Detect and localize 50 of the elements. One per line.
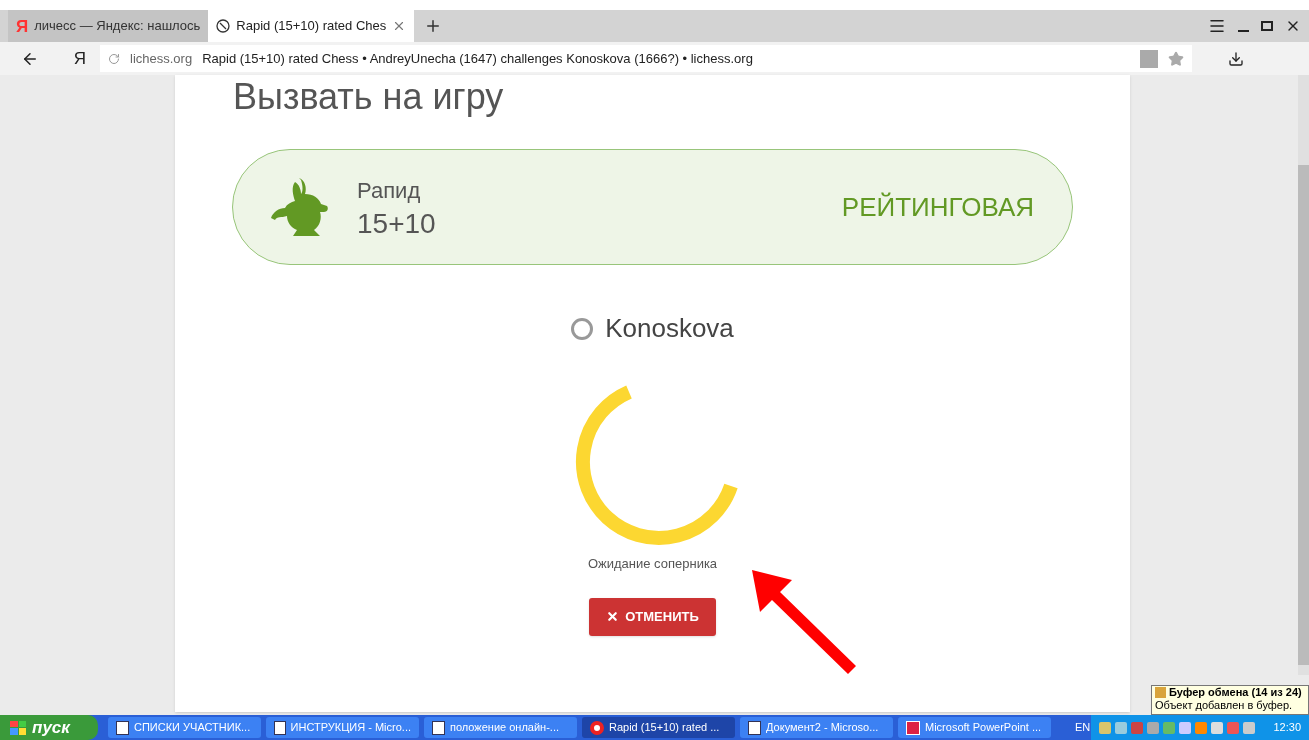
windows-logo-icon — [10, 720, 26, 735]
game-type: Рапид — [357, 176, 422, 205]
taskbar-button[interactable]: Документ2 - Microso... — [740, 717, 893, 738]
document-icon — [274, 720, 286, 735]
star-icon[interactable] — [1168, 50, 1184, 67]
tray-icon[interactable] — [1211, 721, 1223, 734]
language-indicator[interactable]: EN — [1075, 719, 1091, 736]
document-icon — [432, 720, 445, 735]
home-button[interactable]: Я — [60, 45, 100, 72]
time-control: 15+10 — [357, 206, 436, 241]
document-icon — [748, 720, 761, 735]
tray-icon[interactable] — [1115, 721, 1127, 734]
tray-icon[interactable] — [1179, 721, 1191, 734]
tray-icon[interactable] — [1147, 721, 1159, 734]
taskbar-button[interactable]: Rapid (15+10) rated ... — [582, 717, 735, 738]
document-icon — [116, 720, 129, 735]
tray-icon[interactable] — [1131, 721, 1143, 734]
restore-icon[interactable] — [1261, 21, 1273, 31]
scrollbar[interactable] — [1298, 75, 1309, 675]
clock: 12:30 — [1273, 720, 1301, 736]
taskbar-button[interactable]: положение онлайн-... — [424, 717, 577, 738]
tab-logo: Я — [16, 17, 29, 35]
browser-tab[interactable]: Я личесс — Яндекс: нашлось — [8, 10, 209, 42]
status-text: Ожидание соперника — [587, 555, 718, 573]
tray-icon[interactable] — [1163, 721, 1175, 734]
opponent-name[interactable]: Konoskova — [605, 309, 734, 348]
clipboard-icon — [1155, 687, 1166, 698]
address-domain: lichess.org — [130, 49, 193, 68]
page-title: Rapid (15+10) rated Chess • AndreyUnecha (1647) challenges Konoskova (1666?) • lichess.org — [202, 49, 754, 68]
presentation-icon — [906, 720, 920, 735]
tray-icon[interactable] — [1243, 721, 1255, 734]
tray-icon[interactable] — [1195, 721, 1207, 734]
taskbar-button[interactable]: Microsoft PowerPoint ... — [898, 717, 1051, 738]
address-bar[interactable]: lichess.org Rapid (15+10) rated Chess • AndreyUnecha (1647) challenges Konoskova (1666?) • lichess.org — [100, 45, 1192, 72]
notification-title: Буфер обмена (14 из 24) — [1169, 686, 1302, 699]
menu-icon[interactable] — [1208, 17, 1226, 35]
tray-icon[interactable] — [1099, 721, 1111, 734]
taskbar-button[interactable]: ИНСТРУКЦИЯ - Micro... — [266, 717, 419, 738]
browser-logo-icon — [590, 720, 604, 735]
tray-icon[interactable] — [1227, 721, 1239, 734]
reload-icon[interactable] — [108, 52, 120, 65]
notification-text: Объект добавлен в буфер. — [1155, 699, 1293, 711]
download-icon[interactable] — [1228, 50, 1244, 67]
taskbar-button[interactable]: СПИСКИ УЧАСТНИК... — [108, 717, 261, 738]
browser-tab[interactable]: Rapid (15+10) rated Ches — [208, 10, 415, 42]
close-icon — [606, 610, 620, 623]
cancel-button[interactable]: ОТМЕНИТЬ — [589, 597, 716, 636]
page-heading: Вызвать на игру — [233, 77, 504, 117]
start-button[interactable]: пуск — [0, 715, 98, 740]
rated-label: РЕЙТИНГОВАЯ — [841, 190, 1034, 224]
